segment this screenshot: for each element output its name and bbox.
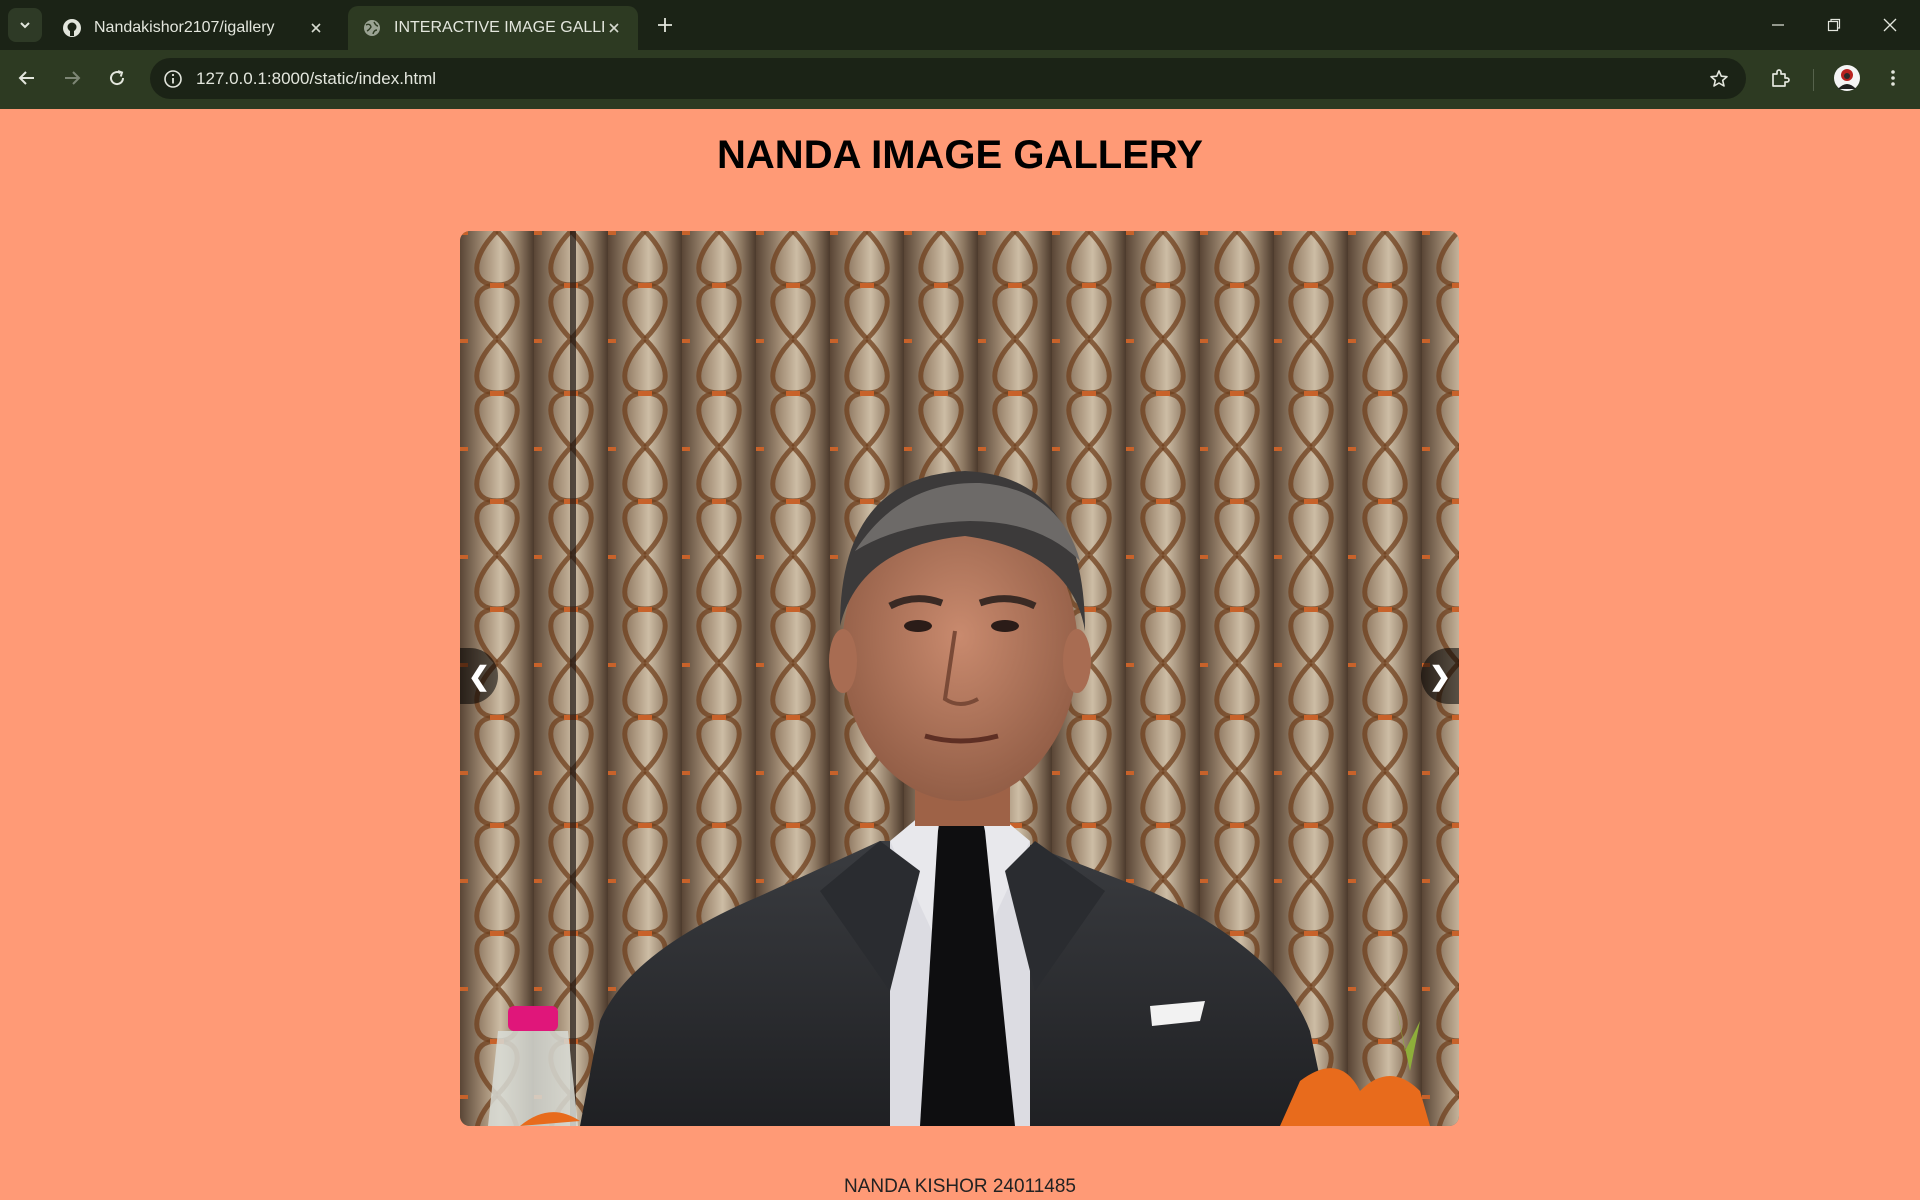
menu-button[interactable]	[1875, 60, 1911, 96]
avatar-icon	[1834, 65, 1860, 91]
globe-icon	[362, 18, 382, 38]
extensions-button[interactable]	[1762, 60, 1798, 96]
browser-toolbar: 127.0.0.1:8000/static/index.html	[0, 50, 1920, 109]
toolbar-divider	[1813, 69, 1814, 91]
close-tab-icon[interactable]	[306, 18, 326, 38]
url-text[interactable]: 127.0.0.1:8000/static/index.html	[196, 58, 436, 99]
back-arrow-icon	[18, 71, 34, 85]
close-icon	[1883, 18, 1897, 32]
tab-title: INTERACTIVE IMAGE GALLERY	[394, 19, 604, 36]
new-tab-button[interactable]	[650, 10, 680, 40]
restore-icon	[1827, 18, 1841, 32]
forward-button[interactable]	[54, 60, 90, 96]
minimize-icon	[1772, 24, 1784, 26]
more-vertical-icon	[1891, 70, 1895, 86]
tab-title: Nandakishor2107/igallery	[94, 19, 275, 36]
tab-gallery[interactable]: INTERACTIVE IMAGE GALLERY	[348, 6, 638, 50]
reload-button[interactable]	[99, 60, 135, 96]
chevron-down-icon	[20, 22, 30, 29]
tab-search-button[interactable]	[8, 8, 42, 42]
profile-avatar[interactable]	[1829, 60, 1865, 96]
forward-arrow-icon	[65, 71, 81, 85]
gallery-image	[460, 231, 1459, 1126]
puzzle-icon	[1772, 69, 1790, 87]
github-icon	[62, 18, 82, 38]
minimize-button[interactable]	[1750, 0, 1806, 50]
footer-credit: NANDA KISHOR 24011485	[844, 1176, 1076, 1197]
close-tab-icon[interactable]	[604, 18, 624, 38]
close-window-button[interactable]	[1862, 0, 1918, 50]
restore-button[interactable]	[1806, 0, 1862, 50]
back-button[interactable]	[9, 60, 45, 96]
tab-strip: Nandakishor2107/igallery INTERACTIVE IMA…	[0, 0, 1920, 50]
plus-icon	[658, 18, 672, 32]
reload-icon	[110, 70, 125, 86]
tab-github[interactable]: Nandakishor2107/igallery	[48, 6, 340, 50]
site-info-icon[interactable]	[160, 66, 186, 92]
address-bar[interactable]: 127.0.0.1:8000/static/index.html	[150, 58, 1746, 99]
page-title: NANDA IMAGE GALLERY	[717, 133, 1203, 177]
bookmark-star-icon[interactable]	[1706, 66, 1732, 92]
